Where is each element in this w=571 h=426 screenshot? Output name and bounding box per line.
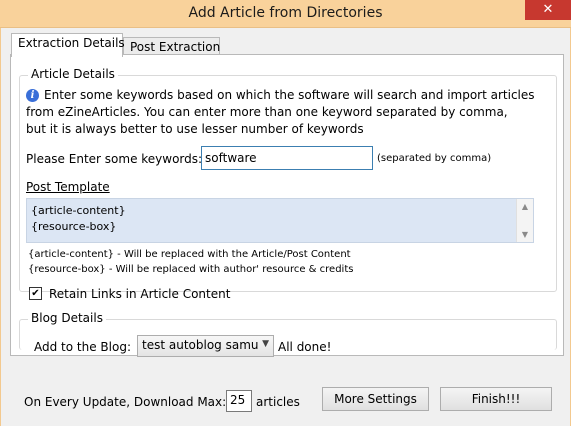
- template-scrollbar[interactable]: ▲ ▼: [516, 199, 533, 242]
- article-content-help: {article-content} - Will be replaced wit…: [28, 249, 351, 260]
- retain-links-checkbox[interactable]: ✔: [29, 287, 42, 300]
- chevron-down-icon: ▼: [262, 339, 269, 349]
- tab-extraction-details[interactable]: Extraction Details: [11, 33, 125, 57]
- download-max-label: On Every Update, Download Max:: [24, 395, 227, 409]
- add-to-blog-label: Add to the Blog:: [34, 340, 131, 354]
- tab-label: Extraction Details: [18, 36, 125, 50]
- keywords-label: Please Enter some keywords:: [26, 152, 203, 166]
- blog-details-legend: Blog Details: [28, 311, 106, 325]
- scroll-down-icon[interactable]: ▼: [517, 230, 533, 239]
- download-max-input[interactable]: 25: [226, 390, 252, 412]
- description-line-3: but it is always better to use lesser nu…: [26, 122, 364, 136]
- blog-select-value: test autoblog samu: [142, 338, 259, 352]
- finish-button[interactable]: Finish!!!: [440, 387, 552, 411]
- description-line-2: from eZineArticles. You can enter more t…: [26, 105, 508, 119]
- template-line: {article-content}: [31, 204, 126, 217]
- post-template-textarea[interactable]: {article-content} {resource-box} ▲ ▼: [26, 198, 534, 243]
- article-details-group: Article Details i Enter some keywords ba…: [19, 67, 557, 301]
- blog-select[interactable]: test autoblog samu ▼: [137, 335, 274, 357]
- article-details-legend: Article Details: [28, 67, 118, 81]
- resource-box-help: {resource-box} - Will be replaced with a…: [28, 264, 354, 275]
- download-max-unit: articles: [256, 395, 300, 409]
- status-text: All done!: [278, 340, 332, 354]
- info-icon: i: [26, 89, 39, 102]
- title-bar: Add Article from Directories ✕: [0, 0, 571, 28]
- download-max-value: 25: [230, 393, 246, 407]
- checkmark-icon: ✔: [31, 288, 40, 299]
- close-button[interactable]: ✕: [525, 0, 571, 20]
- keywords-input[interactable]: [201, 146, 373, 170]
- more-settings-button[interactable]: More Settings: [322, 387, 429, 411]
- extraction-details-panel: Article Details i Enter some keywords ba…: [10, 54, 564, 357]
- close-icon: ✕: [542, 2, 554, 17]
- description-line-1: Enter some keywords based on which the s…: [44, 88, 535, 102]
- window-body: Extraction Details Post Extraction Artic…: [0, 28, 571, 426]
- keywords-hint: (separated by comma): [377, 153, 492, 164]
- window-title: Add Article from Directories: [188, 5, 383, 21]
- post-template-label: Post Template: [26, 180, 110, 194]
- scroll-up-icon[interactable]: ▲: [517, 202, 533, 211]
- template-line: {resource-box}: [31, 220, 117, 233]
- tab-label: Post Extraction: [130, 40, 221, 54]
- retain-links-label: Retain Links in Article Content: [49, 287, 231, 301]
